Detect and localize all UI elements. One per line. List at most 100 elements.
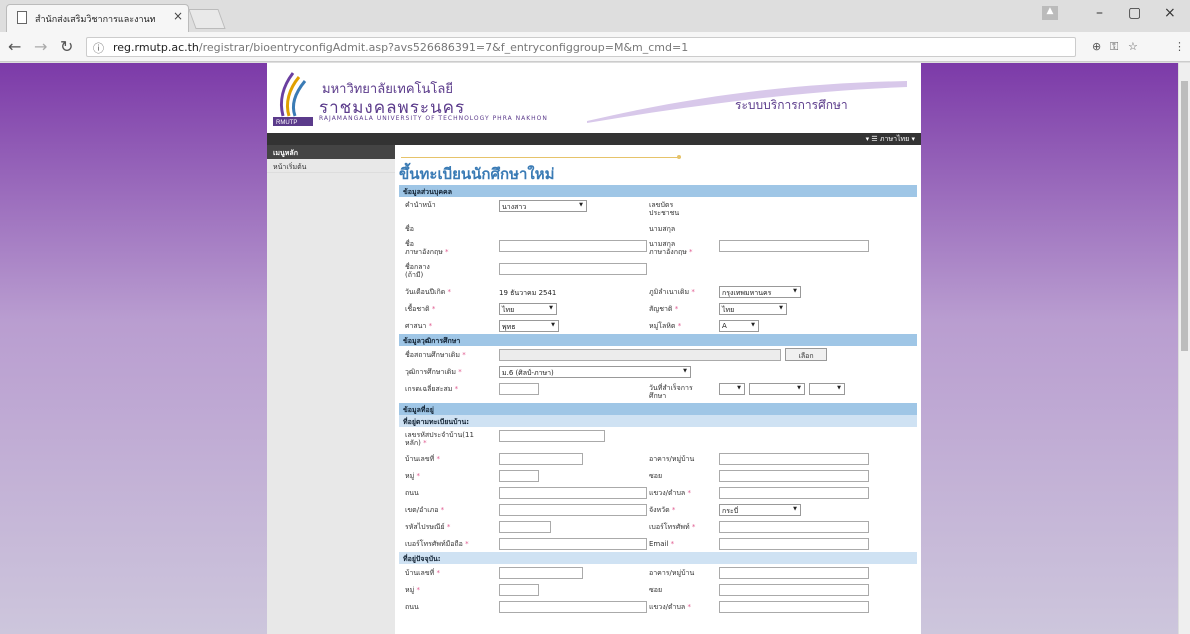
birthdate-label: วันเดือนปีเกิด * xyxy=(405,288,451,296)
building-label: อาคาร/หมู่บ้าน xyxy=(649,455,695,463)
cur-moo-label: หมู่ * xyxy=(405,586,420,594)
middle-name-input[interactable] xyxy=(499,263,647,275)
nationality-label: สัญชาติ * xyxy=(649,305,679,313)
school-input[interactable] xyxy=(499,349,781,361)
form-row: เลขรหัสประจำบ้าน(11 หลัก) * xyxy=(399,427,917,450)
cur-soi-input[interactable] xyxy=(719,584,869,596)
form-row: วันเดือนปีเกิด * 19 ธันวาคม 2541 ภูมิลำเ… xyxy=(399,283,917,300)
phone-label: เบอร์โทรศัพท์ * xyxy=(649,523,696,531)
email-input[interactable] xyxy=(719,538,869,550)
vertical-scrollbar[interactable] xyxy=(1178,63,1190,634)
zoom-icon[interactable]: ⊕ xyxy=(1092,40,1101,53)
profile-icon[interactable]: ▲ xyxy=(1042,6,1058,20)
surname-en-input[interactable] xyxy=(719,240,869,252)
form-row: เกรดเฉลี่ยสะสม * วันที่สำเร็จการ ศึกษา xyxy=(399,380,917,403)
house-code-label: เลขรหัสประจำบ้าน(11 หลัก) * xyxy=(405,431,474,447)
page-title: ขึ้นทะเบียนนักศึกษาใหม่ xyxy=(399,165,555,183)
star-icon[interactable]: ☆ xyxy=(1128,40,1138,53)
menu-icon[interactable]: ⋮ xyxy=(1174,40,1185,53)
prefix-select[interactable]: นางสาว xyxy=(499,200,587,212)
header-bar: ▾ ☰ ภาษาไทย ▾ xyxy=(267,133,921,145)
section-address: ข้อมูลที่อยู่ xyxy=(399,403,917,415)
gpa-input[interactable] xyxy=(499,383,539,395)
grad-year-select[interactable] xyxy=(809,383,845,395)
province-select[interactable]: กระบี่ xyxy=(719,504,801,516)
reload-icon[interactable]: ↻ xyxy=(60,37,73,56)
form-row: ถนน แขวง/ตำบล * xyxy=(399,598,917,615)
religion-select[interactable]: พุทธ xyxy=(499,320,559,332)
form-row: คำนำหน้า นางสาว เลขบัตรประชาชน xyxy=(399,197,917,220)
district-input[interactable] xyxy=(499,504,647,516)
building-input[interactable] xyxy=(719,453,869,465)
browser-tab[interactable]: สำนักส่งเสริมวิชาการและงานท × xyxy=(6,4,189,32)
phone-input[interactable] xyxy=(719,521,869,533)
moo-input[interactable] xyxy=(499,470,539,482)
mobile-input[interactable] xyxy=(499,538,647,550)
svg-text:RMUTP: RMUTP xyxy=(276,120,297,126)
religion-label: ศาสนา * xyxy=(405,322,433,330)
form-row: ถนน แขวง/ตำบล * xyxy=(399,484,917,501)
university-name-english: RAJAMANGALA UNIVERSITY OF TECHNOLOGY PHR… xyxy=(319,115,548,122)
choose-school-button[interactable]: เลือก xyxy=(785,348,827,361)
name-en-label: ชื่อ ภาษาอังกฤษ * xyxy=(405,240,449,256)
soi-input[interactable] xyxy=(719,470,869,482)
subdistrict-input[interactable] xyxy=(719,487,869,499)
cur-house-no-input[interactable] xyxy=(499,567,583,579)
registration-form: ข้อมูลส่วนบุคคล คำนำหน้า นางสาว เลขบัตรป… xyxy=(399,185,917,615)
back-icon[interactable]: ← xyxy=(8,37,21,56)
sidebar-item-home[interactable]: หน้าเริ่มต้น xyxy=(267,159,395,173)
form-row: หมู่ * ซอย xyxy=(399,581,917,598)
sidebar: เมนูหลัก หน้าเริ่มต้น xyxy=(267,145,395,634)
divider-dot xyxy=(677,155,681,159)
new-tab-button[interactable] xyxy=(188,9,226,29)
email-label: Email * xyxy=(649,540,675,548)
form-row: หมู่ * ซอย xyxy=(399,467,917,484)
postcode-input[interactable] xyxy=(499,521,551,533)
surname-en-label: นามสกุล ภาษาอังกฤษ * xyxy=(649,240,693,256)
window-close-icon[interactable]: × xyxy=(1164,5,1176,21)
form-row: บ้านเลขที่ * อาคาร/หมู่บ้าน xyxy=(399,564,917,581)
cur-building-input[interactable] xyxy=(719,567,869,579)
form-row: วุฒิการศึกษาเดิม * ม.6 (ศิลป์-ภาษา) xyxy=(399,363,917,380)
birthplace-select[interactable]: กรุงเทพมหานคร xyxy=(719,286,801,298)
language-select[interactable]: ▾ ☰ ภาษาไทย ▾ xyxy=(866,134,915,145)
maximize-icon[interactable]: ▢ xyxy=(1128,5,1141,21)
birthplace-label: ภูมิลำเนาเดิม * xyxy=(649,288,695,296)
main-content: ขึ้นทะเบียนนักศึกษาใหม่ ข้อมูลส่วนบุคคล … xyxy=(399,145,917,634)
cur-subdistrict-input[interactable] xyxy=(719,601,869,613)
blood-select[interactable]: A xyxy=(719,320,759,332)
cur-moo-input[interactable] xyxy=(499,584,539,596)
degree-label: วุฒิการศึกษาเดิม * xyxy=(405,368,462,376)
road-label: ถนน xyxy=(405,489,419,497)
name-en-input[interactable] xyxy=(499,240,647,252)
birthdate-value: 19 ธันวาคม 2541 xyxy=(499,289,557,297)
grad-day-select[interactable] xyxy=(719,383,745,395)
page-icon xyxy=(17,11,27,24)
form-row: เบอร์โทรศัพท์มือถือ * Email * xyxy=(399,535,917,552)
nationality-select[interactable]: ไทย xyxy=(719,303,787,315)
form-row: เชื้อชาติ * ไทย สัญชาติ * ไทย xyxy=(399,300,917,317)
degree-select[interactable]: ม.6 (ศิลป์-ภาษา) xyxy=(499,366,691,378)
cur-road-input[interactable] xyxy=(499,601,647,613)
minimize-icon[interactable]: – xyxy=(1096,5,1103,21)
school-label: ชื่อสถานศึกษาเดิม * xyxy=(405,351,466,359)
tab-bar: สำนักส่งเสริมวิชาการและงานท × ▲ – ▢ × xyxy=(0,0,1190,32)
close-tab-icon[interactable]: × xyxy=(173,9,183,23)
url-input[interactable]: ⓘ reg.rmutp.ac.th/registrar/bioentryconf… xyxy=(86,37,1076,57)
key-icon[interactable]: ⚿ xyxy=(1110,40,1118,54)
house-code-input[interactable] xyxy=(499,430,605,442)
house-no-input[interactable] xyxy=(499,453,583,465)
province-label: จังหวัด * xyxy=(649,506,676,514)
gpa-label: เกรดเฉลี่ยสะสม * xyxy=(405,385,459,393)
soi-label: ซอย xyxy=(649,472,663,480)
grad-month-select[interactable] xyxy=(749,383,805,395)
info-icon[interactable]: ⓘ xyxy=(93,40,104,56)
forward-icon[interactable]: → xyxy=(34,37,47,56)
race-label: เชื้อชาติ * xyxy=(405,305,436,313)
postcode-label: รหัสไปรษณีย์ * xyxy=(405,523,451,531)
road-input[interactable] xyxy=(499,487,647,499)
scrollbar-thumb[interactable] xyxy=(1181,81,1188,351)
form-row: รหัสไปรษณีย์ * เบอร์โทรศัพท์ * xyxy=(399,518,917,535)
cur-subdistrict-label: แขวง/ตำบล * xyxy=(649,603,691,611)
race-select[interactable]: ไทย xyxy=(499,303,557,315)
